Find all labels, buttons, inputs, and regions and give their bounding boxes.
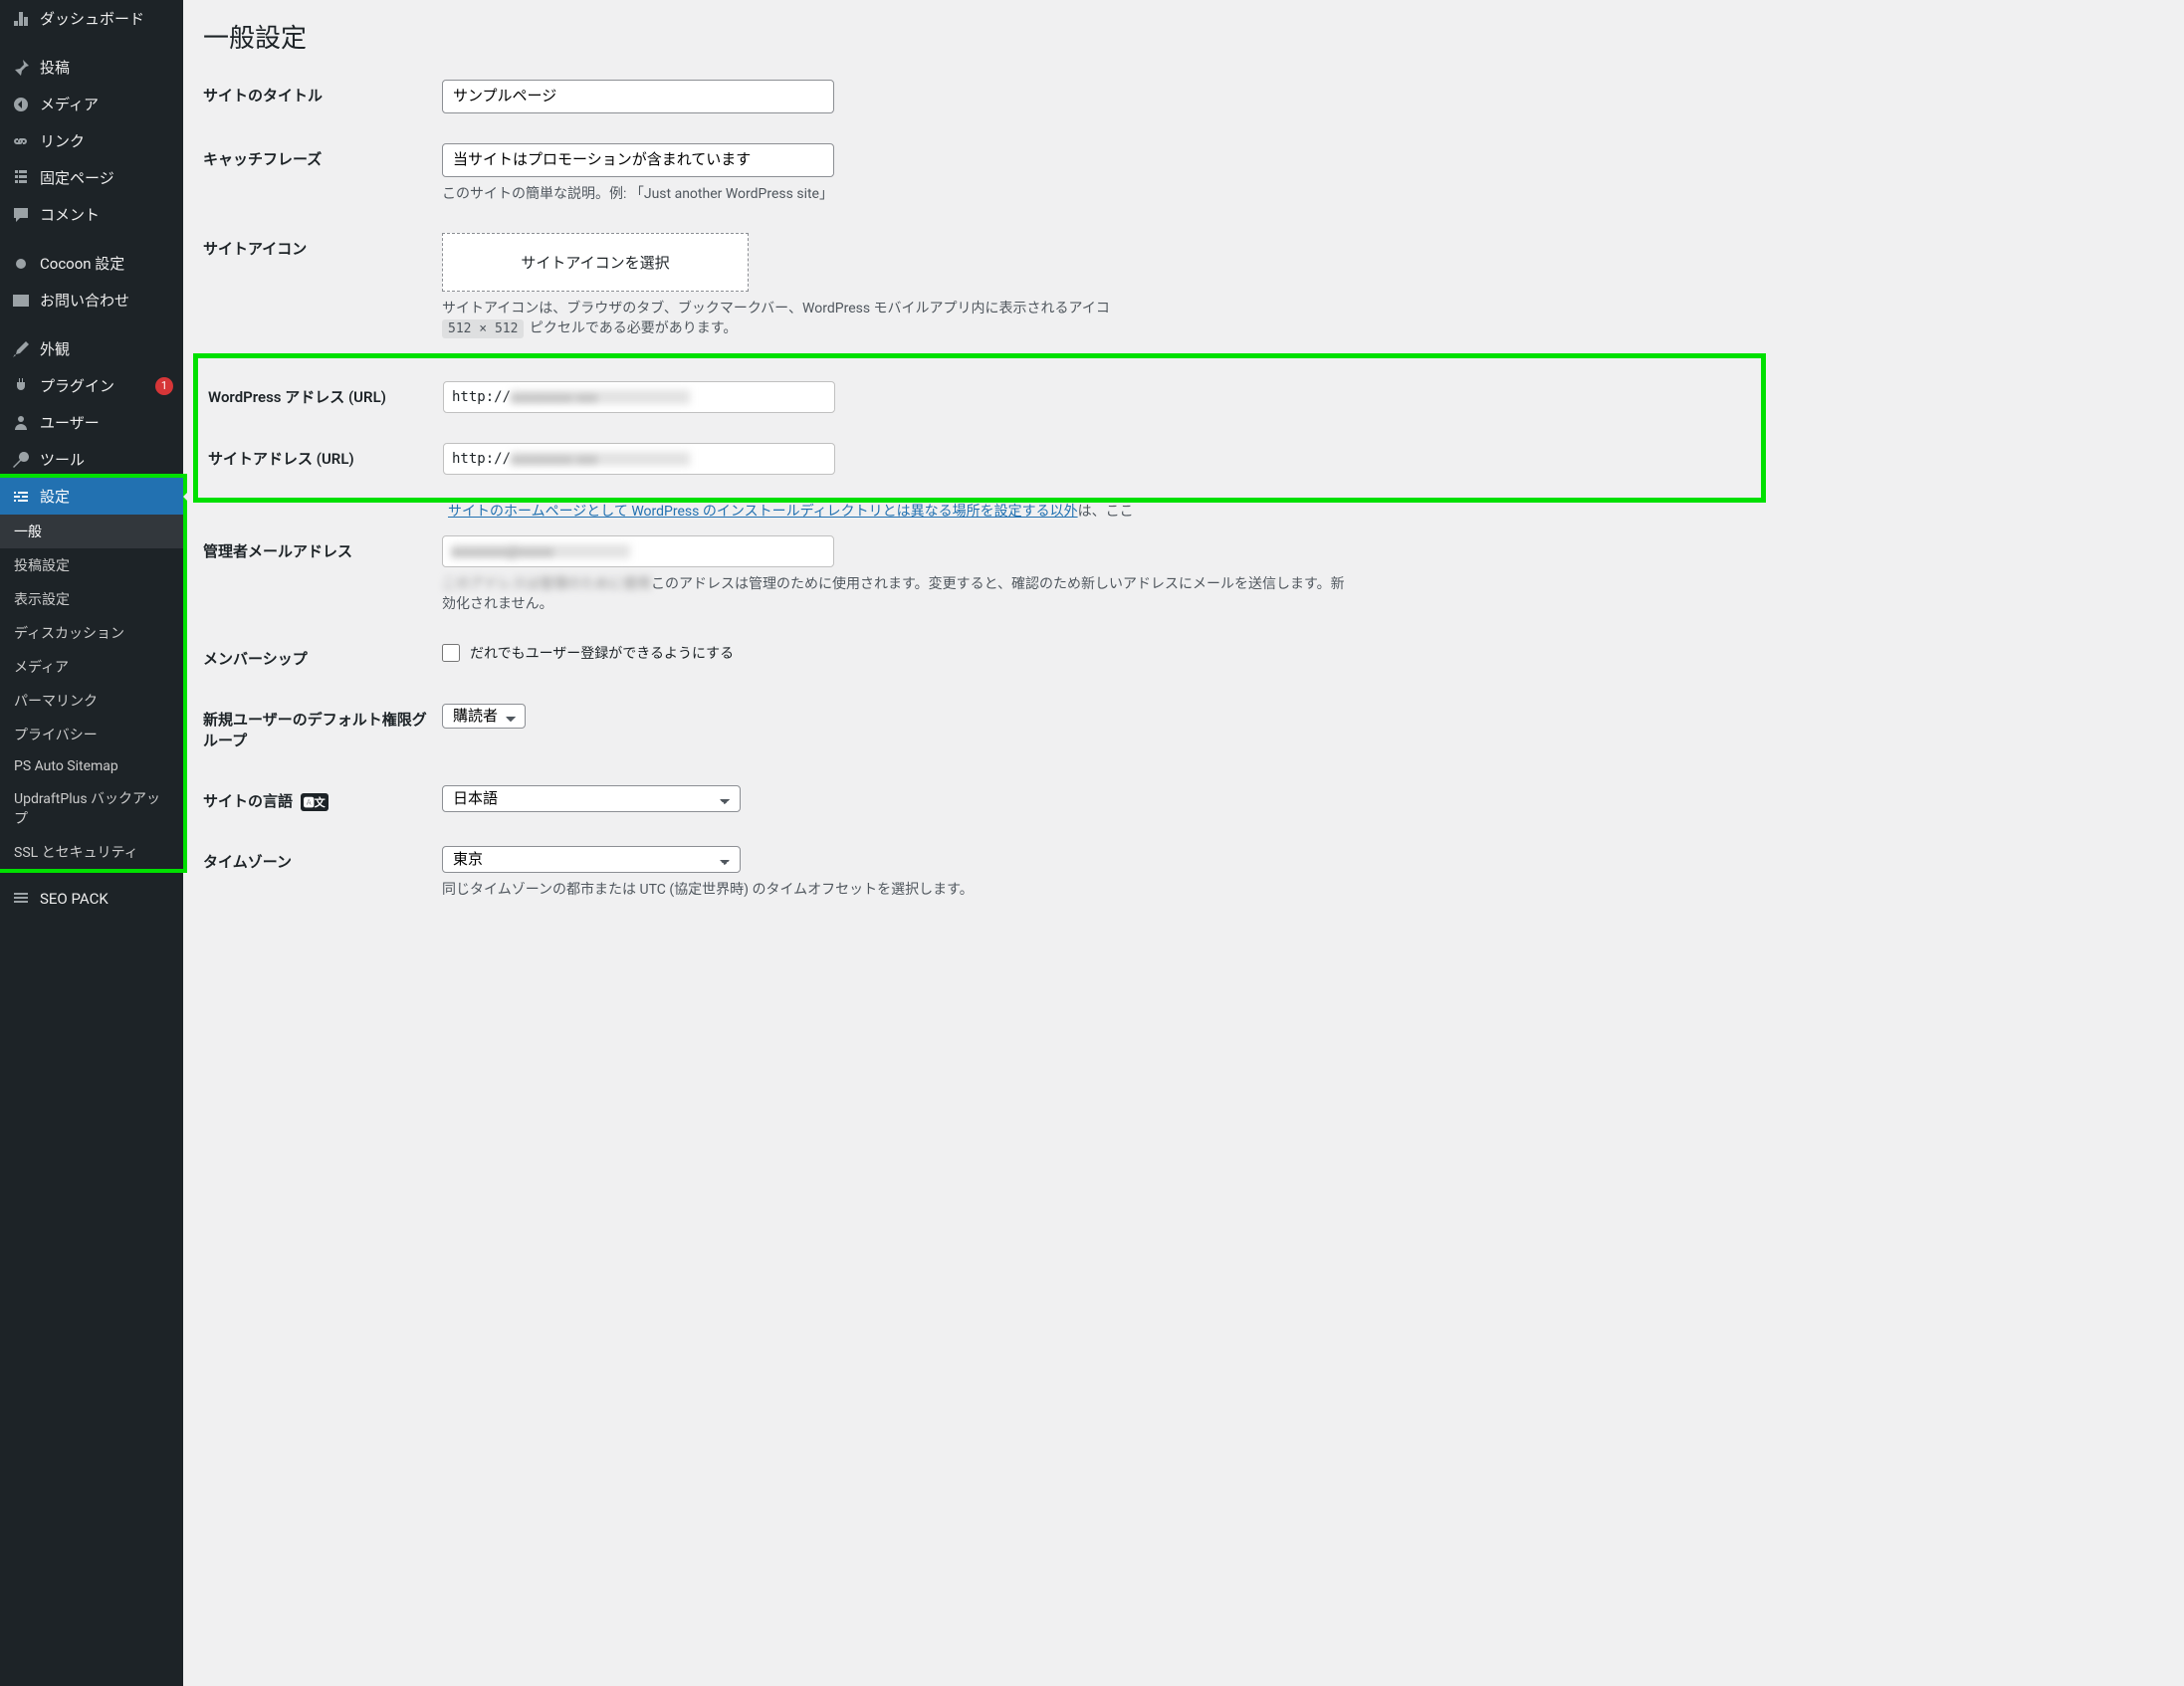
pin-icon — [10, 58, 32, 78]
submenu-item[interactable]: UpdraftPlus バックアップ — [0, 781, 183, 835]
update-badge: 1 — [155, 377, 173, 395]
submenu-item[interactable]: 投稿設定 — [0, 548, 183, 582]
settings-icon — [10, 487, 32, 507]
menu-item-settings[interactable]: 設定 — [0, 478, 183, 515]
menu-label: ツール — [40, 449, 173, 470]
site-icon-button[interactable]: サイトアイコンを選択 — [442, 233, 749, 292]
language-select[interactable]: 日本語 — [442, 785, 741, 812]
timezone-label: タイムゾーン — [203, 831, 442, 914]
mail-icon — [10, 291, 32, 311]
tagline-input[interactable] — [442, 143, 834, 177]
timezone-select[interactable]: 東京 — [442, 846, 741, 873]
menu-item-brush[interactable]: 外観 — [0, 330, 183, 367]
user-icon — [10, 413, 32, 433]
settings-submenu: 一般 — [0, 515, 183, 548]
submenu-item[interactable]: 表示設定 — [0, 582, 183, 616]
admin-sidebar: ダッシュボード投稿メディアリンク固定ページコメントCocoon 設定お問い合わせ… — [0, 0, 183, 1686]
site-url-desc: サイトのホームページとして WordPress のインストールディレクトリとは異… — [448, 501, 2164, 521]
timezone-desc: 同じタイムゾーンの都市または UTC (協定世界時) のタイムオフセットを選択し… — [442, 879, 2164, 899]
menu-label: お問い合わせ — [40, 290, 173, 311]
site-title-label: サイトのタイトル — [203, 65, 442, 128]
menu-item-link[interactable]: リンク — [0, 122, 183, 159]
submenu-item[interactable]: 一般 — [0, 515, 183, 548]
menu-label: ダッシュボード — [40, 8, 173, 29]
site-icon-label: サイトアイコン — [203, 218, 442, 353]
media-icon — [10, 95, 32, 114]
page-title: 一般設定 — [203, 0, 2164, 65]
comment-icon — [10, 205, 32, 225]
list-icon — [10, 889, 32, 909]
submenu-item[interactable]: ディスカッション — [0, 616, 183, 650]
menu-item-comment[interactable]: コメント — [0, 196, 183, 233]
site-icon-desc: サイトアイコンは、ブラウザのタブ、ブックマークバー、WordPress モバイル… — [442, 298, 2164, 338]
tool-icon — [10, 450, 32, 470]
membership-checkbox[interactable] — [442, 644, 460, 662]
submenu-item[interactable]: SSL とセキュリティ — [0, 835, 183, 869]
menu-label: ユーザー — [40, 412, 173, 433]
submenu-item[interactable]: PS Auto Sitemap — [0, 751, 183, 781]
membership-label: メンバーシップ — [203, 628, 442, 689]
membership-checkbox-label: だれでもユーザー登録ができるようにする — [470, 643, 734, 663]
site-url-input[interactable]: http://xxxxxxxxx xxx — [443, 443, 835, 475]
menu-item-circle[interactable]: Cocoon 設定 — [0, 245, 183, 282]
menu-item-media[interactable]: メディア — [0, 86, 183, 122]
menu-item-dashboard[interactable]: ダッシュボード — [0, 0, 183, 37]
menu-label: 投稿 — [40, 57, 173, 78]
menu-label: リンク — [40, 130, 173, 151]
url-highlight-box: WordPress アドレス (URL) http://xxxxxxxxx xx… — [193, 353, 1766, 503]
menu-label: 外観 — [40, 338, 173, 359]
language-label: サイトの言語 🅰文 — [203, 770, 442, 831]
link-icon — [10, 131, 32, 151]
menu-label: コメント — [40, 204, 173, 225]
admin-email-input[interactable]: xxxxxxxx@xxxxx — [442, 535, 834, 567]
default-role-label: 新規ユーザーのデフォルト権限グループ — [203, 689, 442, 770]
dashboard-icon — [10, 9, 32, 29]
menu-item-page[interactable]: 固定ページ — [0, 159, 183, 196]
menu-item-plugin[interactable]: プラグイン 1 — [0, 367, 183, 404]
menu-item-mail[interactable]: お問い合わせ — [0, 282, 183, 318]
menu-item-tool[interactable]: ツール — [0, 441, 183, 478]
brush-icon — [10, 339, 32, 359]
tagline-desc: このサイトの簡単な説明。例: 「Just another WordPress s… — [442, 183, 2164, 203]
admin-email-label: 管理者メールアドレス — [203, 521, 442, 628]
menu-label: SEO PACK — [40, 890, 173, 908]
site-url-link[interactable]: サイトのホームページとして WordPress のインストールディレクトリとは異… — [448, 504, 1078, 520]
menu-label: 設定 — [40, 486, 173, 507]
plugin-icon — [10, 376, 32, 396]
menu-item-list[interactable]: SEO PACK — [0, 881, 183, 917]
menu-label: 固定ページ — [40, 167, 173, 188]
page-icon — [10, 168, 32, 188]
settings-content: 一般設定 サイトのタイトル キャッチフレーズ このサイトの簡単な説明。例: 「J… — [183, 0, 2184, 1686]
menu-label: メディア — [40, 94, 173, 114]
translate-icon: 🅰文 — [301, 793, 328, 811]
menu-item-user[interactable]: ユーザー — [0, 404, 183, 441]
circle-icon — [10, 254, 32, 274]
wp-url-label: WordPress アドレス (URL) — [204, 366, 443, 428]
site-title-input[interactable] — [442, 80, 834, 113]
wp-url-input[interactable]: http://xxxxxxxxx xxx — [443, 381, 835, 413]
site-url-label: サイトアドレス (URL) — [204, 428, 443, 490]
menu-item-pin[interactable]: 投稿 — [0, 49, 183, 86]
menu-label: Cocoon 設定 — [40, 253, 173, 274]
submenu-item[interactable]: プライバシー — [0, 718, 183, 751]
submenu-item[interactable]: メディア — [0, 650, 183, 684]
default-role-select[interactable]: 購読者 — [442, 704, 526, 729]
tagline-label: キャッチフレーズ — [203, 128, 442, 218]
menu-label: プラグイン — [40, 375, 149, 396]
submenu-item[interactable]: パーマリンク — [0, 684, 183, 718]
admin-email-desc: このアドレスは管理のために使用このアドレスは管理のために使用されます。変更すると… — [442, 573, 2164, 613]
